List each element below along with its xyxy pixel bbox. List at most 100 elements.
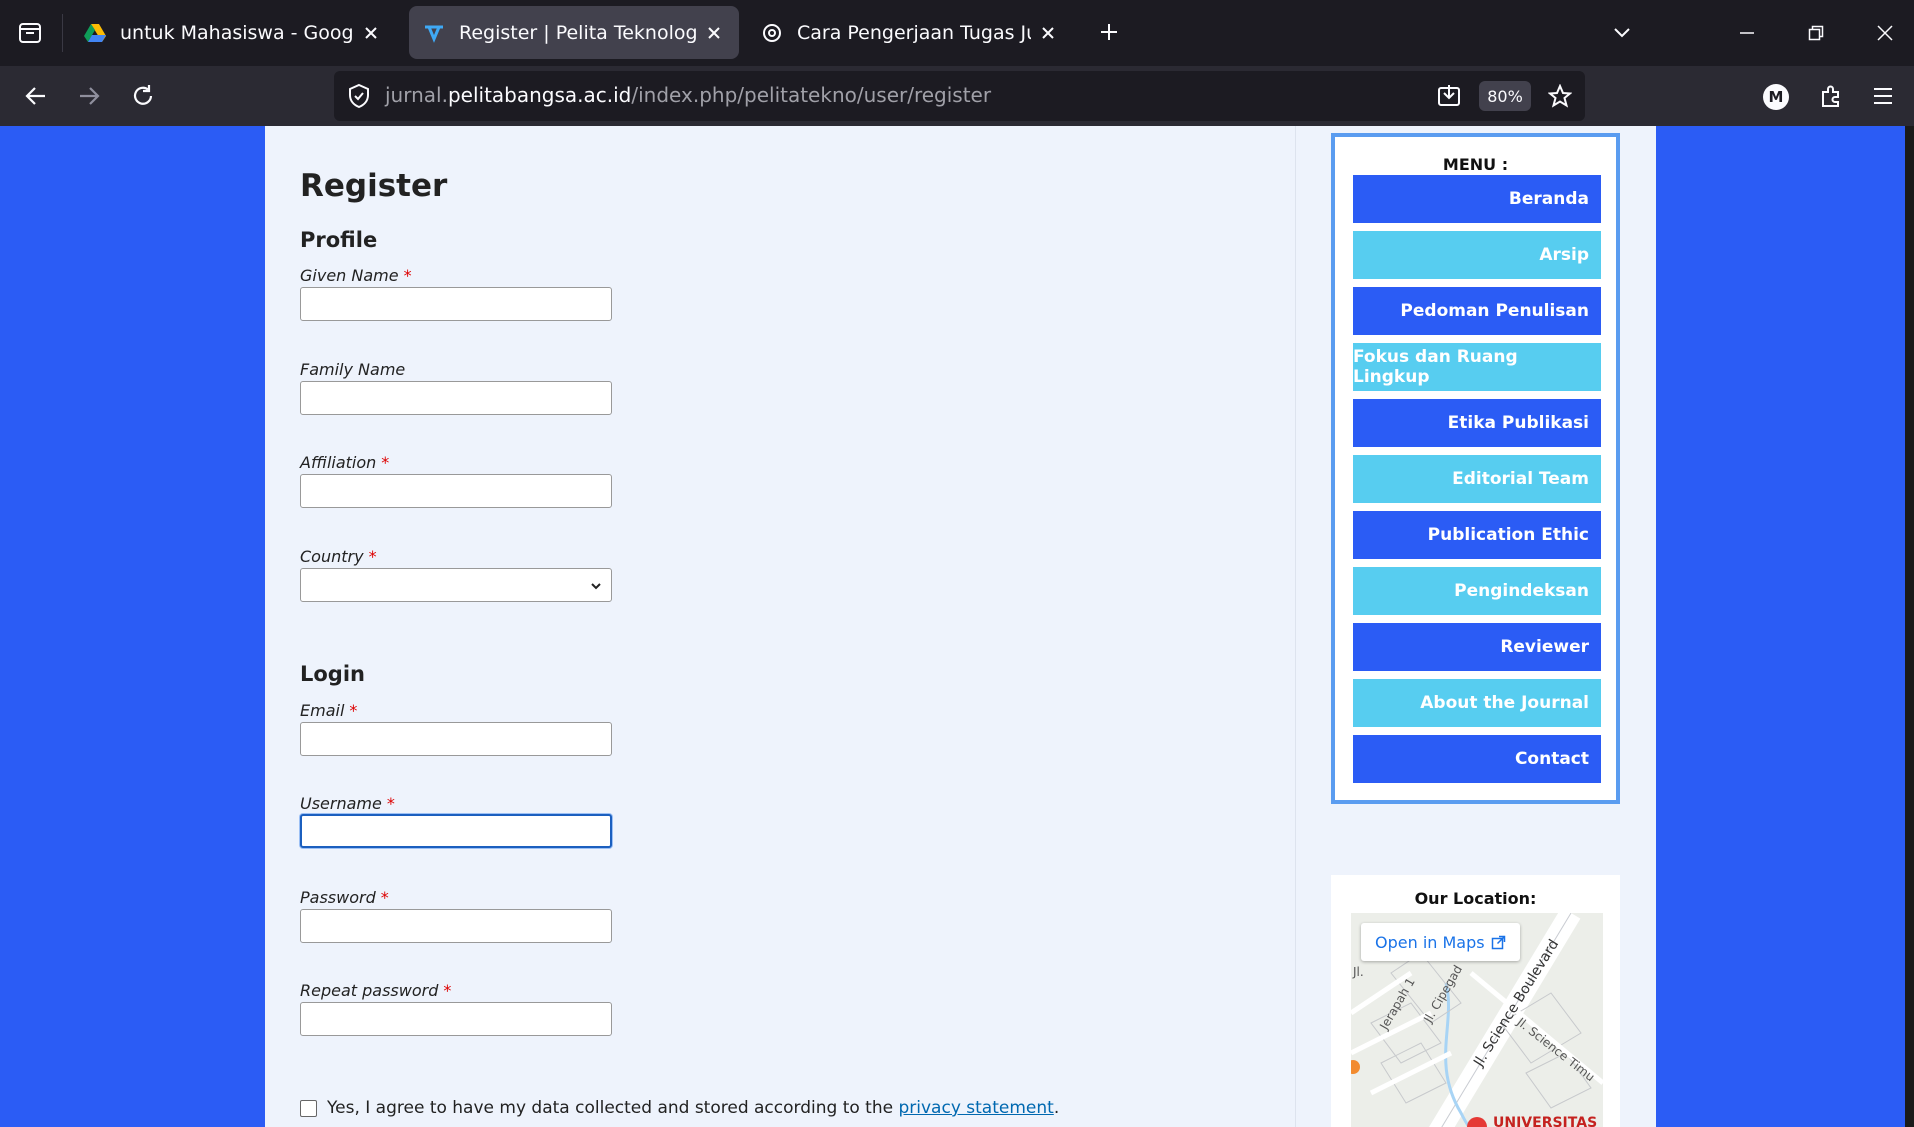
url-bar[interactable]: jurnal.pelitabangsa.ac.id/index.php/peli… xyxy=(334,71,1585,121)
chatgpt-icon xyxy=(761,22,783,44)
external-link-icon xyxy=(1491,935,1506,950)
chevron-down-icon xyxy=(589,578,603,592)
consent-checkbox[interactable] xyxy=(300,1099,317,1117)
username-label: Username * xyxy=(300,794,395,813)
url-text[interactable]: jurnal.pelitabangsa.ac.id/index.php/peli… xyxy=(385,83,991,107)
given-name-input[interactable] xyxy=(300,287,612,321)
menu-item-about-journal[interactable]: About the Journal xyxy=(1353,679,1601,727)
menu-heading: MENU : xyxy=(1442,155,1509,174)
browser-nav-bar: jurnal.pelitabangsa.ac.id/index.php/peli… xyxy=(0,66,1914,126)
password-label: Password * xyxy=(300,888,389,907)
username-input[interactable] xyxy=(300,814,612,848)
close-icon[interactable] xyxy=(697,16,731,50)
email-input[interactable] xyxy=(300,722,612,756)
family-name-input[interactable] xyxy=(300,381,612,415)
map-street-label: Jl. xyxy=(1353,965,1364,979)
pelita-journal-icon xyxy=(423,22,445,44)
privacy-statement-link[interactable]: privacy statement xyxy=(898,1098,1053,1118)
sidebar-menu: MENU : Beranda Arsip Pedoman Penulisan F… xyxy=(1331,133,1620,804)
back-arrow-icon[interactable] xyxy=(17,77,55,115)
tab-cara-pengerjaan[interactable]: Cara Pengerjaan Tugas Jurnal xyxy=(747,6,1073,59)
url-path: /index.php/pelitatekno/user/register xyxy=(631,83,992,107)
required-marker: * xyxy=(386,794,395,813)
label-text: Given Name xyxy=(300,266,399,285)
tab-title: untuk Mahasiswa - Google Drive xyxy=(120,21,354,44)
url-prefix: jurnal. xyxy=(385,83,448,107)
map-pin-label: UNIVERSITAS xyxy=(1493,1115,1598,1127)
email-label: Email * xyxy=(300,701,357,720)
main-content xyxy=(265,126,1296,1127)
country-label: Country * xyxy=(300,547,377,566)
google-drive-icon xyxy=(84,22,106,44)
url-domain: pelitabangsa.ac.id xyxy=(447,83,632,107)
window-close-icon[interactable] xyxy=(1867,16,1903,50)
login-heading: Login xyxy=(300,662,365,686)
label-text: Username xyxy=(300,794,382,813)
menu-item-fokus-ruang-lingkup[interactable]: Fokus dan Ruang Lingkup xyxy=(1353,343,1601,391)
menu-item-reviewer[interactable]: Reviewer xyxy=(1353,623,1601,671)
required-marker: * xyxy=(380,888,389,907)
menu-item-beranda[interactable]: Beranda xyxy=(1353,175,1601,223)
page-title: Register xyxy=(300,168,448,204)
label-text: Family Name xyxy=(300,360,406,379)
required-marker: * xyxy=(443,981,452,1000)
country-select[interactable] xyxy=(300,568,612,602)
given-name-label: Given Name * xyxy=(300,266,412,285)
web-page: Register Profile Given Name * Family Name… xyxy=(0,126,1914,1127)
label-text: Email xyxy=(300,701,345,720)
repeat-password-label: Repeat password * xyxy=(300,981,451,1000)
close-icon[interactable] xyxy=(354,16,388,50)
required-marker: * xyxy=(403,266,412,285)
label-text: Repeat password xyxy=(300,981,439,1000)
tab-list-icon[interactable] xyxy=(14,18,46,48)
required-marker: * xyxy=(368,547,377,566)
open-maps-label: Open in Maps xyxy=(1375,932,1485,952)
open-in-maps-button[interactable]: Open in Maps xyxy=(1361,923,1520,961)
minimize-icon[interactable] xyxy=(1729,16,1765,50)
consent-text: Yes, I agree to have my data collected a… xyxy=(327,1098,894,1118)
menu-item-etika-publikasi[interactable]: Etika Publikasi xyxy=(1353,399,1601,447)
privacy-consent: Yes, I agree to have my data collected a… xyxy=(300,1098,1059,1118)
menu-item-contact[interactable]: Contact xyxy=(1353,735,1601,783)
download-page-icon[interactable] xyxy=(1433,80,1465,112)
tab-google-drive[interactable]: untuk Mahasiswa - Google Drive xyxy=(70,6,396,59)
profile-heading: Profile xyxy=(300,228,378,252)
required-marker: * xyxy=(349,701,358,720)
browser-tab-bar: untuk Mahasiswa - Google Drive Register … xyxy=(0,0,1914,66)
menu-item-publication-ethic[interactable]: Publication Ethic xyxy=(1353,511,1601,559)
affiliation-label: Affiliation * xyxy=(300,453,389,472)
consent-suffix: . xyxy=(1053,1098,1060,1118)
close-icon[interactable] xyxy=(1031,16,1065,50)
extensions-puzzle-icon[interactable] xyxy=(1812,77,1850,115)
embedded-map[interactable]: Open in Maps Jl. Science Boulevard Jl. S… xyxy=(1351,913,1603,1127)
family-name-label: Family Name xyxy=(300,360,405,379)
label-text: Country xyxy=(300,547,364,566)
page-scrollbar-track[interactable] xyxy=(1905,126,1914,1127)
account-avatar[interactable]: M xyxy=(1763,84,1789,110)
label-text: Affiliation xyxy=(300,453,377,472)
menu-item-pedoman-penulisan[interactable]: Pedoman Penulisan xyxy=(1353,287,1601,335)
bookmark-star-icon[interactable] xyxy=(1544,80,1576,112)
shield-icon[interactable] xyxy=(346,83,372,109)
location-heading: Our Location: xyxy=(1414,889,1537,908)
reload-icon[interactable] xyxy=(124,77,162,115)
repeat-password-input[interactable] xyxy=(300,1002,612,1036)
required-marker: * xyxy=(381,453,390,472)
new-tab-icon[interactable] xyxy=(1093,16,1125,48)
restore-icon[interactable] xyxy=(1798,16,1834,50)
menu-item-arsip[interactable]: Arsip xyxy=(1353,231,1601,279)
tab-title: Cara Pengerjaan Tugas Jurnal xyxy=(797,21,1031,44)
tab-register[interactable]: Register | Pelita Teknologi xyxy=(409,6,739,59)
zoom-level-badge[interactable]: 80% xyxy=(1479,81,1531,111)
forward-arrow-icon[interactable] xyxy=(70,77,108,115)
menu-item-editorial-team[interactable]: Editorial Team xyxy=(1353,455,1601,503)
tab-overflow-chevron-icon[interactable] xyxy=(1604,16,1640,50)
password-input[interactable] xyxy=(300,909,612,943)
menu-item-pengindeksan[interactable]: Pengindeksan xyxy=(1353,567,1601,615)
tab-separator xyxy=(62,14,63,52)
location-widget: Our Location: Open in Maps Jl. Science B… xyxy=(1331,875,1620,1127)
label-text: Password xyxy=(300,888,376,907)
tab-title: Register | Pelita Teknologi xyxy=(459,21,697,44)
hamburger-menu-icon[interactable] xyxy=(1864,77,1902,115)
affiliation-input[interactable] xyxy=(300,474,612,508)
